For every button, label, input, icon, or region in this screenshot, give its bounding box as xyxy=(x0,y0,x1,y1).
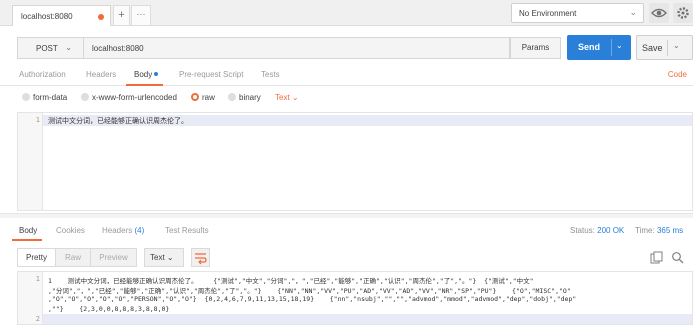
url-input[interactable] xyxy=(84,37,510,59)
environment-label: No Environment xyxy=(519,9,577,18)
body-type-selector: form-data x-www-form-urlencoded raw bina… xyxy=(0,88,693,110)
time: Time: 365 ms xyxy=(635,226,683,235)
tab-pre-request-script[interactable]: Pre-request Script xyxy=(179,70,243,79)
code-link[interactable]: Code xyxy=(668,70,687,79)
view-pretty-button[interactable]: Pretty xyxy=(17,248,56,267)
radio-urlencoded[interactable] xyxy=(81,93,89,101)
line-number: 1 xyxy=(35,116,40,124)
eye-button[interactable] xyxy=(649,3,669,23)
params-button[interactable]: Params xyxy=(510,37,561,59)
divider xyxy=(667,40,668,56)
method-label: POST xyxy=(36,44,58,53)
new-tab-button[interactable]: + xyxy=(113,5,130,26)
line-number: 2 xyxy=(35,315,40,323)
tab-body-label: Body xyxy=(134,70,153,79)
method-select[interactable]: POST ⌄ xyxy=(17,37,84,59)
tab-cookies[interactable]: Cookies xyxy=(56,226,85,235)
tab-response-headers-label: Headers xyxy=(102,226,133,235)
tab-response-headers[interactable]: Headers (4) xyxy=(102,226,144,235)
copy-icon[interactable] xyxy=(650,251,663,264)
eye-icon xyxy=(651,8,667,18)
headers-count: (4) xyxy=(134,226,145,235)
more-tabs-button[interactable]: ··· xyxy=(131,5,151,26)
wrap-lines-button[interactable] xyxy=(191,248,210,267)
radio-raw[interactable] xyxy=(191,93,199,101)
line-number: 1 xyxy=(35,275,40,283)
tab-tests[interactable]: Tests xyxy=(261,70,280,79)
radio-form-data-label: form-data xyxy=(33,93,68,102)
time-label: Time: xyxy=(635,226,655,235)
request-body-editor[interactable]: 1 测试中文分词，已经能够正确认识周杰伦了。 xyxy=(17,112,693,211)
gear-icon xyxy=(677,7,689,19)
response-line: ,"O","O","O","O","O","PERSON","O","O"} {… xyxy=(48,295,577,303)
send-label: Send xyxy=(578,42,601,52)
chevron-down-icon: ⌄ xyxy=(166,253,174,262)
chevron-down-icon: ⌄ xyxy=(629,7,637,17)
url-bar: POST ⌄ Params Send ⌄ Save ⌄ xyxy=(0,26,693,66)
radio-form-data[interactable] xyxy=(22,93,30,101)
body-indicator-icon xyxy=(154,72,159,76)
chevron-down-icon: ⌄ xyxy=(291,93,299,102)
response-line: ,""} {2,3,0,0,8,8,8,3,8,8,0} xyxy=(48,305,170,313)
chevron-down-icon[interactable]: ⌄ xyxy=(673,41,680,50)
radio-binary[interactable] xyxy=(228,93,236,101)
radio-binary-label: binary xyxy=(239,93,261,102)
status-value: 200 OK xyxy=(597,226,625,235)
request-body-text: 测试中文分词，已经能够正确认识周杰伦了。 xyxy=(48,117,188,125)
line-gutter xyxy=(18,113,43,210)
divider xyxy=(611,39,612,56)
tab-body[interactable]: Body xyxy=(134,70,159,79)
time-value: 365 ms xyxy=(656,226,684,235)
response-format-label: Text xyxy=(150,253,165,262)
chevron-down-icon[interactable]: ⌄ xyxy=(616,41,623,50)
view-raw-button[interactable]: Raw xyxy=(55,248,91,267)
view-preview-button[interactable]: Preview xyxy=(90,248,137,267)
response-body-viewer[interactable]: 1 2 1 测试中文分词，已经能够正确认识周杰伦了。 {"测试","中文","分… xyxy=(17,271,693,325)
chevron-down-icon: ⌄ xyxy=(65,43,72,52)
active-line-highlight xyxy=(18,314,692,324)
response-format-dropdown[interactable]: Text ⌄ xyxy=(144,248,184,267)
environment-select[interactable]: No Environment ⌄ xyxy=(511,3,644,23)
active-tab-underline xyxy=(12,239,42,241)
request-tab-label: localhost:8080 xyxy=(21,12,73,21)
pane-splitter[interactable] xyxy=(0,213,693,218)
radio-raw-label: raw xyxy=(202,93,215,102)
tab-response-body[interactable]: Body xyxy=(19,226,37,235)
unsaved-dot-icon xyxy=(98,14,104,20)
response-tabs: Body Cookies Headers (4) Test Results St… xyxy=(0,219,693,241)
response-toolbar: Pretty Raw Preview Text ⌄ xyxy=(0,246,693,268)
tab-authorization[interactable]: Authorization xyxy=(19,70,66,79)
status: Status: 200 OK xyxy=(570,226,624,235)
settings-button[interactable] xyxy=(673,3,693,23)
content-type-dropdown[interactable]: Text ⌄ xyxy=(275,93,299,102)
tab-bar: localhost:8080 + ··· No Environment ⌄ xyxy=(0,0,693,26)
request-tabs: Authorization Headers Body Pre-request S… xyxy=(0,66,693,86)
send-button[interactable]: Send ⌄ xyxy=(567,35,631,60)
request-tab[interactable]: localhost:8080 xyxy=(12,5,111,26)
tab-headers[interactable]: Headers xyxy=(86,70,116,79)
tab-test-results[interactable]: Test Results xyxy=(165,226,209,235)
save-label: Save xyxy=(642,43,663,53)
response-line: 1 测试中文分词，已经能够正确认识周杰伦了。 {"测试","中文","分词","… xyxy=(48,277,534,285)
active-tab-underline xyxy=(126,84,163,86)
wrap-lines-icon xyxy=(195,253,207,265)
search-icon[interactable] xyxy=(671,251,684,264)
radio-urlencoded-label: x-www-form-urlencoded xyxy=(92,93,177,102)
response-line: ,"分词","，","已经","能够","正确","认识","周杰伦","了",… xyxy=(48,287,571,295)
save-button[interactable]: Save ⌄ xyxy=(636,35,693,60)
status-label: Status: xyxy=(570,226,595,235)
content-type-label: Text xyxy=(275,93,290,102)
